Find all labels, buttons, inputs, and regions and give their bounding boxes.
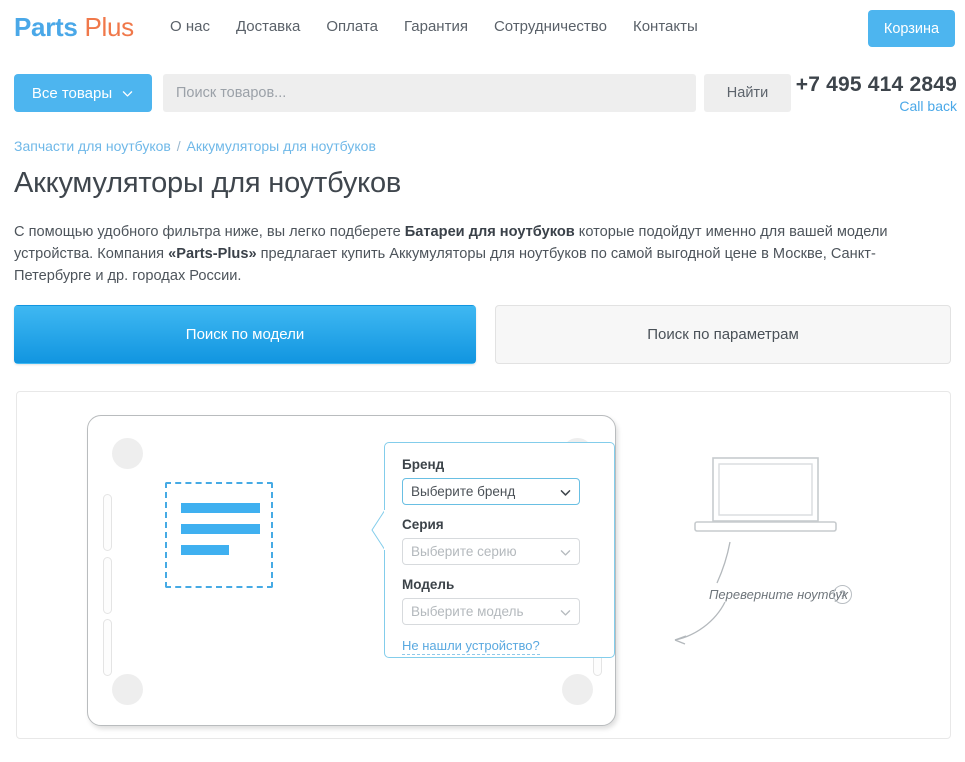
model-label: Модель [402,577,597,592]
brand-select[interactable]: Выберите бренд [402,478,580,505]
intro-bold-1: Батареи для ноутбуков [405,224,575,240]
model-finder-form: Бренд Выберите бренд Серия Выберите сери… [384,442,615,658]
page-root: Parts Plus О нас Доставка Оплата Гаранти… [0,0,965,762]
tab-search-by-model[interactable]: Поиск по модели [14,305,476,364]
nav-item-payment[interactable]: Оплата [326,18,378,35]
breadcrumb-separator: / [177,138,181,154]
finder-panel: Бренд Выберите бренд Серия Выберите сери… [16,391,951,739]
model-select[interactable]: Выберите модель [402,598,580,625]
nav-item-delivery[interactable]: Доставка [236,18,300,35]
vent-slot-icon [103,557,112,614]
laptop-bottom-case-illustration: Бренд Выберите бренд Серия Выберите сери… [87,415,616,726]
sticker-line-icon [181,545,229,555]
screw-hole-icon [562,674,593,705]
logo-part-1: Parts [14,12,78,42]
site-logo[interactable]: Parts Plus [14,12,134,43]
page-intro: С помощью удобного фильтра ниже, вы легк… [14,221,904,287]
search-input[interactable] [163,74,696,112]
site-header: Parts Plus О нас Доставка Оплата Гаранти… [0,0,965,57]
help-question-icon[interactable]: ? [833,585,852,604]
phone-block: +7 495 414 2849 Call back [796,73,957,114]
all-categories-button[interactable]: Все товары [14,74,152,112]
nav-item-warranty[interactable]: Гарантия [404,18,468,35]
chevron-down-icon [559,546,572,559]
find-button[interactable]: Найти [704,74,791,112]
model-label-sticker-icon [165,482,273,588]
flip-laptop-hint: Переверните ноутбук [709,587,848,602]
series-select[interactable]: Выберите серию [402,538,580,565]
chevron-down-icon [121,87,134,100]
sticker-line-icon [181,503,260,513]
chevron-down-icon [559,606,572,619]
brand-select-value: Выберите бренд [411,484,515,499]
logo-part-2: Plus [84,12,133,42]
screw-hole-icon [112,438,143,469]
breadcrumb: Запчасти для ноутбуков / Аккумуляторы дл… [14,138,376,154]
laptop-front-illustration [693,457,838,537]
page-title: Аккумуляторы для ноутбуков [14,167,401,200]
series-label: Серия [402,517,597,532]
call-back-link[interactable]: Call back [796,98,957,114]
phone-number[interactable]: +7 495 414 2849 [796,73,957,97]
nav-item-about[interactable]: О нас [170,18,210,35]
callout-pointer-icon [371,510,385,550]
nav-item-contacts[interactable]: Контакты [633,18,698,35]
series-select-value: Выберите серию [411,544,517,559]
chevron-down-icon [559,486,572,499]
all-categories-label: Все товары [32,85,112,102]
search-bar: Все товары Найти +7 495 414 2849 Call ba… [0,60,965,116]
intro-bold-2: «Parts-Plus» [168,246,256,262]
breadcrumb-item-parts[interactable]: Запчасти для ноутбуков [14,138,171,154]
intro-text-1: С помощью удобного фильтра ниже, вы легк… [14,224,405,240]
nav-item-partnership[interactable]: Сотрудничество [494,18,607,35]
breadcrumb-item-batteries[interactable]: Аккумуляторы для ноутбуков [187,138,376,154]
main-nav: О нас Доставка Оплата Гарантия Сотруднич… [170,18,698,35]
vent-slot-icon [103,494,112,551]
sticker-line-icon [181,524,260,534]
cart-button[interactable]: Корзина [868,10,955,47]
device-not-found-link[interactable]: Не нашли устройство? [402,638,540,655]
model-select-value: Выберите модель [411,604,523,619]
tab-search-by-parameters[interactable]: Поиск по параметрам [495,305,951,364]
vent-slot-icon [103,619,112,676]
brand-label: Бренд [402,457,597,472]
screw-hole-icon [112,674,143,705]
